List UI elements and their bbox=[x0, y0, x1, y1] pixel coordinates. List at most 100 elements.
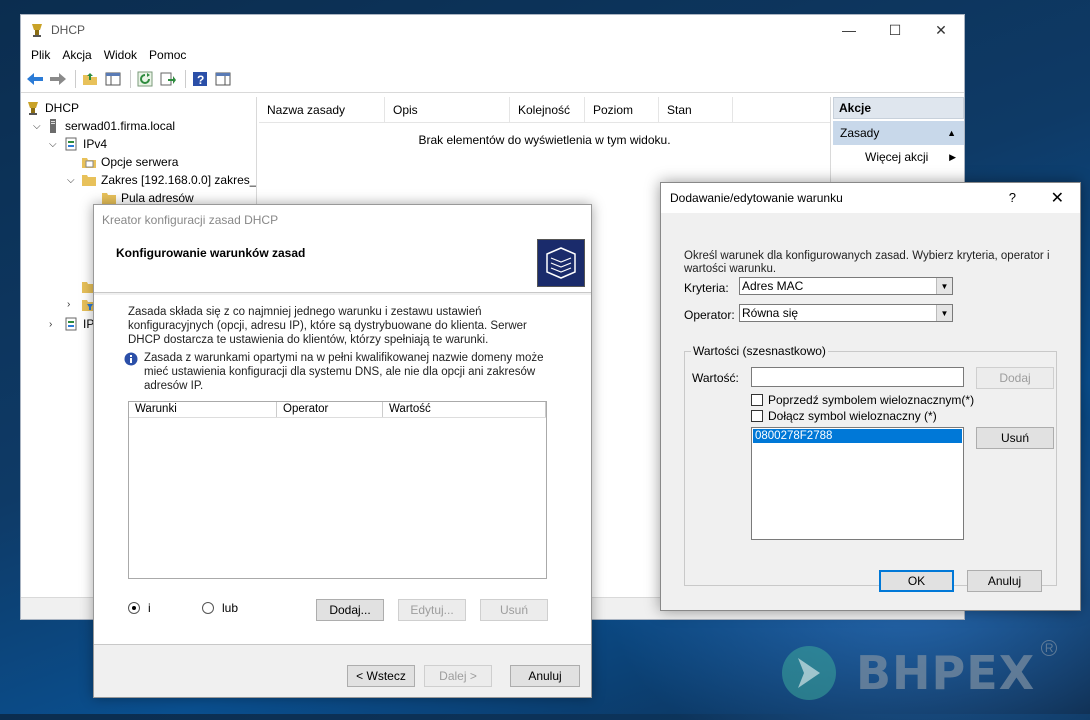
radio-or-label: lub bbox=[222, 601, 239, 615]
dhcp-root-icon bbox=[28, 102, 38, 115]
watermark-text: BHPEX bbox=[856, 646, 1036, 700]
value-input[interactable] bbox=[751, 367, 964, 387]
collapse-chevron-icon[interactable]: ⌵ bbox=[33, 121, 41, 132]
back-arrow-icon[interactable] bbox=[25, 69, 45, 89]
server-icon bbox=[50, 119, 56, 133]
ipv4-icon bbox=[65, 137, 77, 151]
tree-item-ipv4[interactable]: IPv4 bbox=[63, 135, 107, 153]
column-header-value[interactable]: Wartość bbox=[383, 402, 546, 417]
tree-item-server-options[interactable]: Opcje serwera bbox=[81, 153, 178, 171]
toolbar-separator bbox=[185, 69, 186, 88]
operator-value: Równa się bbox=[742, 306, 799, 320]
menu-action[interactable]: Akcja bbox=[56, 48, 97, 62]
expand-chevron-icon[interactable]: › bbox=[49, 319, 52, 330]
help-button[interactable]: ? bbox=[1009, 190, 1016, 205]
info-icon bbox=[124, 352, 138, 366]
menu-view[interactable]: Widok bbox=[98, 48, 143, 62]
cancel-button[interactable]: Anuluj bbox=[510, 665, 580, 687]
radio-and-button[interactable] bbox=[128, 602, 140, 614]
menu-help[interactable]: Pomoc bbox=[143, 48, 192, 62]
conditions-table[interactable]: Warunki Operator Wartość bbox=[128, 401, 547, 579]
back-button[interactable]: < Wstecz bbox=[347, 665, 415, 687]
checkbox-box[interactable] bbox=[751, 394, 763, 406]
maximize-button[interactable]: ☐ bbox=[872, 15, 918, 45]
wizard-description: Zasada składa się z co najmniej jednego … bbox=[128, 306, 527, 346]
tree-item-label: IPv4 bbox=[83, 137, 108, 151]
help-icon[interactable]: ? bbox=[190, 69, 210, 89]
collapse-chevron-icon[interactable]: ⌵ bbox=[67, 175, 75, 186]
criteria-value: Adres MAC bbox=[742, 279, 804, 293]
radio-or-button[interactable] bbox=[202, 602, 214, 614]
column-header-order[interactable]: Kolejność bbox=[510, 97, 585, 122]
conditions-table-header: Warunki Operator Wartość bbox=[129, 402, 546, 418]
dropdown-arrow-icon[interactable]: ▼ bbox=[936, 305, 952, 321]
list-item[interactable]: 0800278F2788 bbox=[753, 429, 962, 443]
expand-chevron-icon[interactable]: › bbox=[67, 299, 70, 310]
values-group-label: Wartości (szesnastkowo) bbox=[691, 344, 828, 358]
collapse-chevron-icon[interactable]: ⌵ bbox=[49, 139, 57, 150]
column-header-state[interactable]: Stan bbox=[659, 97, 733, 122]
menu-bar: Plik Akcja Widok Pomoc bbox=[21, 45, 964, 65]
append-wildcard-label: Dołącz symbol wieloznaczny (*) bbox=[768, 409, 937, 423]
wizard-title: Kreator konfiguracji zasad DHCP bbox=[94, 205, 591, 233]
tree-item-scope[interactable]: Zakres [192.168.0.0] zakres_19 bbox=[81, 171, 256, 189]
window-title: DHCP bbox=[51, 23, 86, 37]
minimize-button[interactable]: — bbox=[826, 15, 872, 45]
tree-item-server[interactable]: serwad01.firma.local bbox=[45, 117, 175, 135]
tree-item-label: serwad01.firma.local bbox=[65, 119, 176, 133]
append-wildcard-checkbox[interactable]: Dołącz symbol wieloznaczny (*) bbox=[751, 409, 937, 423]
more-actions-item[interactable]: Więcej akcji ▶ bbox=[833, 145, 964, 169]
svg-text:?: ? bbox=[197, 73, 204, 87]
value-label: Wartość: bbox=[692, 371, 739, 385]
more-actions-label: Więcej akcji bbox=[865, 150, 929, 164]
close-button[interactable]: ✕ bbox=[1051, 188, 1064, 208]
ok-button[interactable]: OK bbox=[879, 570, 954, 592]
next-button[interactable]: Dalej > bbox=[424, 665, 492, 687]
menu-file[interactable]: Plik bbox=[25, 48, 56, 62]
add-value-button[interactable]: Dodaj bbox=[976, 367, 1054, 389]
tree-item-ipv6[interactable]: IP bbox=[63, 315, 94, 333]
options-icon bbox=[82, 158, 96, 168]
add-condition-button[interactable]: Dodaj... bbox=[316, 599, 384, 621]
condition-dialog-body: Określ warunek dla konfigurowanych zasad… bbox=[661, 213, 1080, 610]
remove-condition-button[interactable]: Usuń bbox=[480, 599, 548, 621]
column-header-description[interactable]: Opis bbox=[385, 97, 510, 122]
show-hide-action-pane-icon[interactable] bbox=[213, 69, 233, 89]
criteria-dropdown[interactable]: Adres MAC ▼ bbox=[739, 277, 953, 295]
dropdown-arrow-icon[interactable]: ▼ bbox=[936, 278, 952, 294]
forward-arrow-icon[interactable] bbox=[48, 69, 68, 89]
folder-icon bbox=[82, 175, 96, 186]
radio-and[interactable]: i bbox=[128, 601, 151, 615]
title-bar: DHCP — ☐ ✕ bbox=[21, 15, 964, 45]
cancel-button[interactable]: Anuluj bbox=[967, 570, 1042, 592]
operator-label: Operator: bbox=[684, 308, 735, 322]
close-button[interactable]: ✕ bbox=[918, 15, 964, 45]
refresh-icon[interactable] bbox=[135, 69, 155, 89]
collapse-triangle-icon[interactable]: ▲ bbox=[947, 128, 956, 138]
export-list-icon[interactable] bbox=[158, 69, 178, 89]
empty-list-message: Brak elementów do wyświetlenia w tym wid… bbox=[418, 133, 671, 147]
prefix-wildcard-label: Poprzedź symbolem wieloznacznym(*) bbox=[768, 393, 975, 407]
values-listbox[interactable]: 0800278F2788 bbox=[751, 427, 964, 540]
operator-dropdown[interactable]: Równa się ▼ bbox=[739, 304, 953, 322]
actions-section-label: Zasady bbox=[840, 126, 880, 140]
radio-or[interactable]: lub bbox=[202, 601, 238, 615]
condition-dialog-title: Dodawanie/edytowanie warunku bbox=[670, 191, 843, 205]
policy-wizard-dialog: Kreator konfiguracji zasad DHCP Konfigur… bbox=[93, 204, 592, 698]
tree-item-dhcp[interactable]: DHCP bbox=[25, 99, 79, 117]
checkbox-box[interactable] bbox=[751, 410, 763, 422]
prefix-wildcard-checkbox[interactable]: Poprzedź symbolem wieloznacznym(*) bbox=[751, 393, 974, 407]
show-hide-tree-icon[interactable] bbox=[103, 69, 123, 89]
up-folder-icon[interactable] bbox=[80, 69, 100, 89]
actions-section-policies[interactable]: Zasady ▲ bbox=[833, 121, 964, 145]
actions-header: Akcje bbox=[833, 97, 964, 119]
column-header-name[interactable]: Nazwa zasady bbox=[259, 97, 385, 122]
toolbar: ? bbox=[21, 65, 964, 93]
column-header-conditions[interactable]: Warunki bbox=[129, 402, 277, 417]
remove-value-button[interactable]: Usuń bbox=[976, 427, 1054, 449]
bhpex-logo-icon bbox=[782, 646, 836, 700]
tree-item-label: DHCP bbox=[45, 101, 80, 115]
column-header-level[interactable]: Poziom bbox=[585, 97, 659, 122]
column-header-operator[interactable]: Operator bbox=[277, 402, 383, 417]
edit-condition-button[interactable]: Edytuj... bbox=[398, 599, 466, 621]
